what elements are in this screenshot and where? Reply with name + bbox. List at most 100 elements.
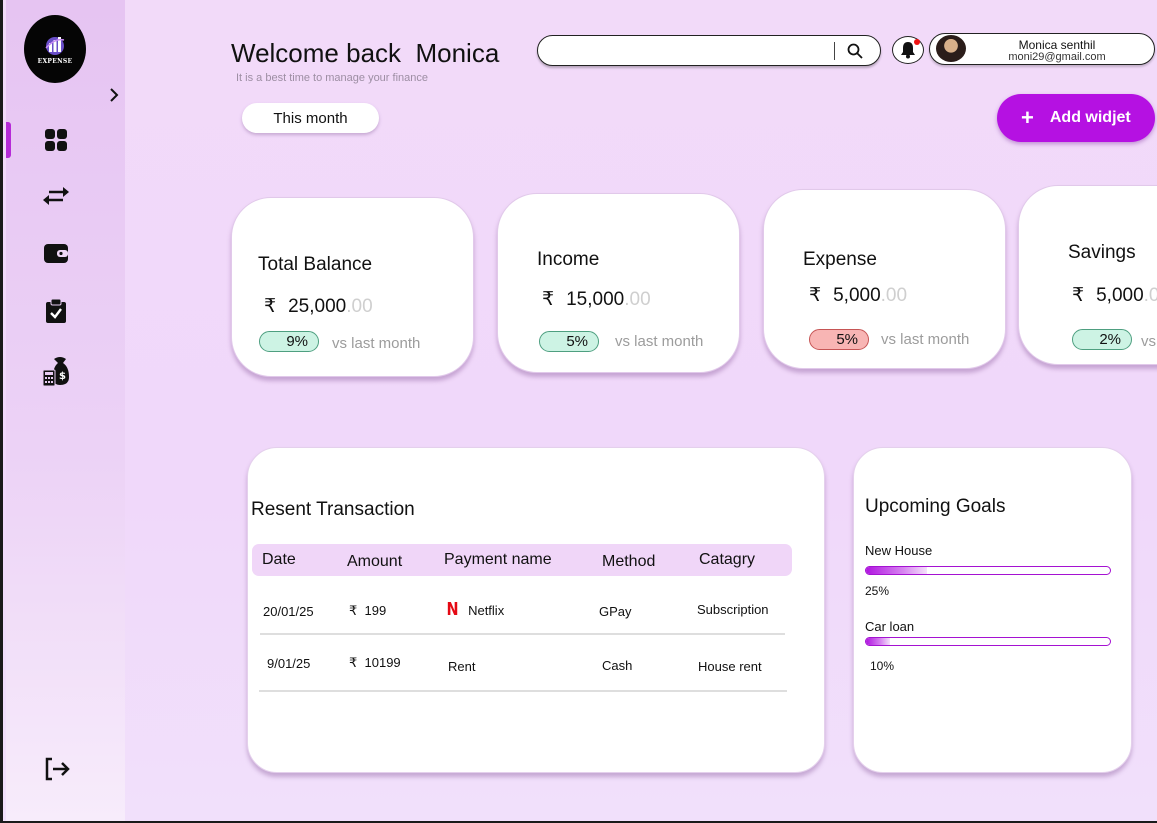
amount: 15,000 xyxy=(566,289,625,310)
column-header[interactable]: Payment name xyxy=(444,551,552,569)
nav-tasks[interactable] xyxy=(40,295,72,327)
goal-progress-bar xyxy=(865,566,1111,575)
change-badge: 9% xyxy=(259,331,319,352)
card-title: Savings xyxy=(1068,242,1136,263)
page-title: Welcome back Monica xyxy=(231,38,500,68)
period-selector-button[interactable]: This month xyxy=(242,103,379,133)
column-header[interactable]: Catagry xyxy=(699,551,755,569)
currency-symbol: ₹ xyxy=(1072,285,1085,306)
brand-name: EXPENSE xyxy=(37,57,73,65)
savings-card[interactable]: Savings ₹5,000.00 2% vs last month xyxy=(1018,185,1157,365)
logout-icon xyxy=(45,757,70,781)
card-title: Income xyxy=(537,249,600,270)
cell-category: House rent xyxy=(698,659,762,674)
card-title: Expense xyxy=(803,249,877,270)
cell-method: GPay xyxy=(599,604,632,619)
cell-date: 20/01/25 xyxy=(263,604,314,619)
card-value: ₹5,000.00 xyxy=(809,284,907,307)
nav-transactions[interactable] xyxy=(40,180,72,212)
search-bar xyxy=(537,35,881,66)
currency-symbol: ₹ xyxy=(542,289,555,310)
column-header[interactable]: Date xyxy=(262,551,296,569)
currency-symbol: ₹ xyxy=(349,603,358,618)
clipboard-check-icon xyxy=(46,298,66,323)
active-nav-indicator xyxy=(6,122,11,158)
avatar xyxy=(936,35,966,62)
amount: 25,000 xyxy=(288,296,347,317)
change-badge: 5% xyxy=(809,329,869,350)
comparison-label: vs last month xyxy=(332,335,421,352)
goal-progress-fill xyxy=(866,567,927,574)
cell-payment: N Netflix xyxy=(445,599,505,620)
goal-name: New House xyxy=(865,543,933,558)
app-window: EXPENSE $ Welcome back Monica It is a be… xyxy=(0,0,1157,823)
currency-symbol: ₹ xyxy=(264,296,277,317)
card-value: ₹15,000.00 xyxy=(542,288,651,311)
add-widget-button[interactable]: + Add widjet xyxy=(997,94,1155,142)
cell-amount: ₹ 199 xyxy=(349,603,386,619)
add-widget-label: Add widjet xyxy=(1049,109,1131,126)
chevron-right-icon xyxy=(110,88,119,102)
card-title: Total Balance xyxy=(258,254,373,275)
logout-button[interactable] xyxy=(42,755,74,783)
goal-progress-bar xyxy=(865,637,1111,646)
panel-title: Resent Transaction xyxy=(251,499,415,520)
page-subtitle: It is a best time to manage your finance xyxy=(236,72,428,84)
goal-percent: 25% xyxy=(865,584,890,598)
currency-symbol: ₹ xyxy=(809,285,822,306)
notifications-button[interactable] xyxy=(892,36,924,64)
cell-category: Subscription xyxy=(697,602,769,617)
column-header[interactable]: Method xyxy=(602,553,655,571)
nav-budget[interactable]: $ xyxy=(40,355,72,387)
expand-sidebar-button[interactable] xyxy=(104,84,124,106)
wallet-icon xyxy=(44,244,68,263)
row-divider xyxy=(259,690,787,692)
column-header[interactable]: Amount xyxy=(347,553,402,571)
cell-payment: Rent xyxy=(448,659,476,674)
upcoming-goals-panel: Upcoming Goals New House 25% Car loan 10… xyxy=(853,447,1132,773)
cell-method: Cash xyxy=(602,658,633,673)
card-value: ₹25,000.00 xyxy=(264,295,373,318)
notification-dot xyxy=(914,39,920,45)
payment-name: Netflix xyxy=(468,603,505,618)
search-input[interactable] xyxy=(552,41,832,60)
currency-symbol: ₹ xyxy=(349,655,358,670)
comparison-label: vs last month xyxy=(1141,333,1157,350)
panel-title: Upcoming Goals xyxy=(865,496,1006,517)
comparison-label: vs last month xyxy=(881,331,970,348)
brand-mark-icon xyxy=(42,34,68,56)
amount-decimals: .00 xyxy=(880,285,908,306)
goal-percent: 10% xyxy=(870,659,895,673)
brand-logo[interactable]: EXPENSE xyxy=(24,15,86,83)
table-header: Date Amount Payment name Method Catagry xyxy=(252,544,792,576)
amount: 10199 xyxy=(364,655,401,670)
recent-transactions-panel: Resent Transaction Date Amount Payment n… xyxy=(247,447,825,773)
amount: 5,000 xyxy=(1096,285,1144,306)
row-divider xyxy=(260,633,785,635)
sidebar: EXPENSE $ xyxy=(6,0,125,821)
income-card[interactable]: Income ₹15,000.00 5% vs last month xyxy=(497,193,740,373)
search-button[interactable] xyxy=(844,41,866,61)
amount: 199 xyxy=(364,603,387,618)
budget-calculator-icon: $ xyxy=(42,357,69,387)
nav-dashboard[interactable] xyxy=(40,124,72,156)
nav-wallet[interactable] xyxy=(40,237,72,269)
change-badge: 5% xyxy=(539,331,599,352)
change-badge: 2% xyxy=(1072,329,1132,350)
netflix-logo-icon: N xyxy=(446,599,459,620)
plus-icon: + xyxy=(1021,105,1034,130)
expense-card[interactable]: Expense ₹5,000.00 5% vs last month xyxy=(763,189,1006,369)
amount-decimals: .00 xyxy=(346,296,373,317)
amount: 5,000 xyxy=(833,285,881,306)
dashboard-icon xyxy=(45,129,67,151)
total-balance-card[interactable]: Total Balance ₹25,000.00 9% vs last mont… xyxy=(231,197,474,377)
card-value: ₹5,000.00 xyxy=(1072,284,1157,307)
cell-amount: ₹ 10199 xyxy=(349,655,401,671)
amount-decimals: .00 xyxy=(624,289,651,310)
search-icon xyxy=(847,43,863,59)
amount-decimals: .00 xyxy=(1143,285,1157,306)
profile-name: Monica senthil xyxy=(1018,38,1096,52)
profile-chip[interactable]: Monica senthil moni29@gmail.com xyxy=(929,33,1155,65)
profile-email: moni29@gmail.com xyxy=(1008,51,1106,63)
search-divider xyxy=(834,42,835,60)
